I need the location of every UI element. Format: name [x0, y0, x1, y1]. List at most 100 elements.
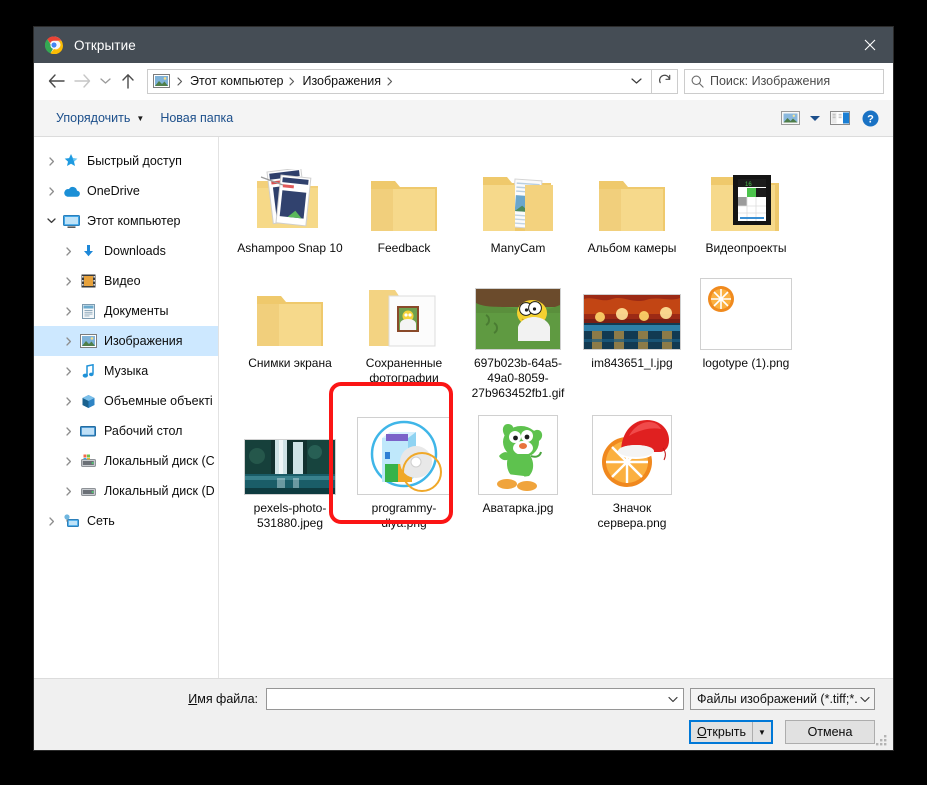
chevron-right-icon[interactable]	[59, 456, 78, 466]
window-title: Открытие	[74, 37, 136, 53]
chevron-right-icon[interactable]	[59, 426, 78, 436]
sidebar-item-label: Документы	[104, 304, 169, 318]
drive-icon	[78, 482, 98, 500]
refresh-icon[interactable]	[652, 68, 678, 94]
close-button[interactable]	[847, 27, 893, 63]
file-item[interactable]: im843651_l.jpg	[575, 266, 689, 401]
chevron-down-icon[interactable]	[858, 696, 870, 703]
file-item[interactable]: Снимки экрана	[233, 266, 347, 401]
chevron-down-icon[interactable]	[665, 696, 681, 703]
up-arrow-icon[interactable]	[115, 68, 141, 94]
file-item[interactable]: Feedback	[347, 151, 461, 256]
chevron-down-icon[interactable]	[42, 218, 61, 224]
quick-access-icon	[61, 152, 81, 170]
open-button[interactable]: Открыть ▼	[689, 720, 773, 744]
image-thumbnail	[461, 270, 575, 350]
file-item[interactable]: 697b023b-64a5-49a0-8059-27b963452fb1.gif	[461, 266, 575, 401]
chevron-right-icon[interactable]	[42, 186, 61, 196]
address-chevron-down-icon[interactable]	[625, 77, 647, 85]
sidebar-item-label: Быстрый доступ	[87, 154, 182, 168]
title-bar: Открытие	[34, 27, 893, 63]
downloads-icon	[78, 242, 98, 260]
file-name: logotype (1).png	[702, 356, 790, 370]
svg-text:?: ?	[867, 113, 874, 125]
sidebar-item-music[interactable]: Музыка	[34, 356, 218, 386]
folder-thumbnail	[347, 155, 461, 235]
chevron-right-icon[interactable]	[42, 516, 61, 526]
file-list-area[interactable]: Ashampoo Snap 10 Feedback ManyCam Альбом…	[219, 137, 893, 678]
sidebar-item-label: Изображения	[104, 334, 183, 348]
sidebar-item-label: Локальный диск (C	[104, 454, 215, 468]
chevron-right-icon[interactable]	[59, 246, 78, 256]
sidebar-item-3d-objects[interactable]: Объемные объекті	[34, 386, 218, 416]
view-chevron-down-icon[interactable]	[805, 105, 825, 131]
filename-label-accel: И	[188, 692, 198, 706]
cancel-button[interactable]: Отмена	[785, 720, 875, 744]
sidebar-item-desktop[interactable]: Рабочий стол	[34, 416, 218, 446]
cancel-button-label: Отмена	[807, 725, 853, 739]
recent-locations-chevron-icon[interactable]	[95, 68, 115, 94]
folder-thumbnail: 16	[689, 155, 803, 235]
chevron-right-icon[interactable]	[59, 486, 78, 496]
sidebar-item-onedrive[interactable]: OneDrive	[34, 176, 218, 206]
chevron-right-icon[interactable]	[59, 306, 78, 316]
new-folder-button[interactable]: Новая папка	[152, 107, 241, 129]
file-name: 697b023b-64a5-49a0-8059-27b963452fb1.gif	[471, 356, 565, 400]
open-label-rest: ткрыть	[706, 725, 747, 739]
sidebar-item-network[interactable]: Сеть	[34, 506, 218, 536]
pictures-icon	[153, 73, 170, 89]
sidebar-item-downloads[interactable]: Downloads	[34, 236, 218, 266]
chevron-right-icon[interactable]	[59, 396, 78, 406]
filename-input[interactable]	[266, 688, 684, 710]
breadcrumb-item-0[interactable]: Этот компьютер	[188, 74, 285, 88]
organize-button[interactable]: Упорядочить ▼	[48, 107, 152, 129]
file-name: ManyCam	[490, 241, 546, 255]
image-thumbnail	[689, 270, 803, 350]
back-arrow-icon[interactable]	[43, 68, 69, 94]
sidebar-item-this-pc[interactable]: Этот компьютер	[34, 206, 218, 236]
file-item[interactable]: Аватарка.jpg	[461, 411, 575, 531]
chevron-right-icon[interactable]	[59, 276, 78, 286]
sidebar-item-local-disk-c[interactable]: Локальный диск (C	[34, 446, 218, 476]
navigation-bar: Этот компьютер Изображения Поиск: Изобра…	[34, 63, 893, 100]
chevron-right-icon[interactable]	[59, 336, 78, 346]
open-label-accel: О	[696, 725, 707, 739]
search-icon	[691, 75, 704, 88]
breadcrumb-separator	[173, 76, 188, 86]
open-split-dropdown[interactable]: ▼	[752, 722, 771, 742]
svg-text:16: 16	[745, 182, 752, 188]
file-item[interactable]: Ashampoo Snap 10	[233, 151, 347, 256]
file-item[interactable]: Альбом камеры	[575, 151, 689, 256]
address-bar[interactable]: Этот компьютер Изображения	[147, 68, 652, 94]
file-item[interactable]: programmy-dlya.png	[347, 411, 461, 531]
file-item[interactable]: 16 Видеопроекты	[689, 151, 803, 256]
file-item[interactable]: logotype (1).png	[689, 266, 803, 401]
sidebar-item-local-disk-d[interactable]: Локальный диск (D	[34, 476, 218, 506]
file-name: Снимки экрана	[248, 356, 332, 370]
search-input[interactable]: Поиск: Изображения	[684, 68, 884, 94]
dialog-body: Быстрый доступ OneDrive Этот компьютер D…	[34, 137, 893, 678]
help-icon[interactable]: ?	[855, 105, 885, 131]
navigation-sidebar: Быстрый доступ OneDrive Этот компьютер D…	[34, 137, 219, 678]
image-thumbnail	[347, 415, 461, 495]
file-item-highlighted[interactable]: Значок сервера.png	[575, 411, 689, 531]
desktop-icon	[78, 422, 98, 440]
file-item[interactable]: ManyCam	[461, 151, 575, 256]
resize-grip[interactable]	[876, 733, 889, 746]
breadcrumb-item-1[interactable]: Изображения	[300, 74, 383, 88]
filetype-select[interactable]: Файлы изображений (*.tiff;*.p	[690, 688, 875, 710]
sidebar-item-pictures[interactable]: Изображения	[34, 326, 218, 356]
file-grid: Ashampoo Snap 10 Feedback ManyCam Альбом…	[233, 151, 893, 541]
chevron-right-icon[interactable]	[42, 156, 61, 166]
view-icon[interactable]	[775, 105, 805, 131]
sidebar-item-documents[interactable]: Документы	[34, 296, 218, 326]
sidebar-item-videos[interactable]: Видео	[34, 266, 218, 296]
chrome-icon	[44, 36, 63, 55]
file-item[interactable]: pexels-photo-531880.jpeg	[233, 411, 347, 531]
file-item[interactable]: Сохраненные фотографии	[347, 266, 461, 401]
preview-pane-icon[interactable]	[825, 105, 855, 131]
documents-icon	[78, 302, 98, 320]
chevron-right-icon[interactable]	[59, 366, 78, 376]
sidebar-item-quick-access[interactable]: Быстрый доступ	[34, 146, 218, 176]
filetype-value: Файлы изображений (*.tiff;*.p	[697, 692, 858, 706]
